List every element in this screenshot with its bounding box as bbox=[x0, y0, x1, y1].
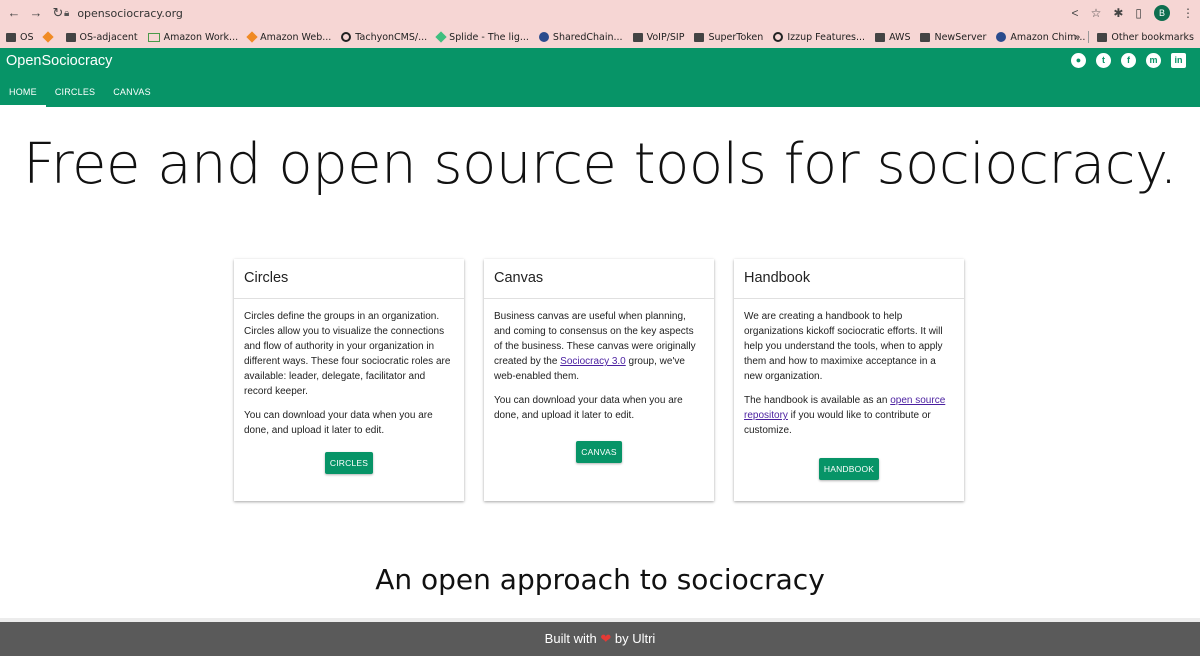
forward-arrow-icon[interactable]: → bbox=[28, 5, 44, 21]
card-text: You can download your data when you are … bbox=[494, 395, 683, 421]
back-arrow-icon[interactable]: ← bbox=[6, 5, 22, 21]
facebook-icon[interactable]: f bbox=[1121, 53, 1136, 68]
card-text: Business canvas are useful when planning… bbox=[494, 311, 696, 382]
card-text: Circles define the groups in an organiza… bbox=[244, 311, 451, 397]
linkedin-icon[interactable]: in bbox=[1171, 53, 1186, 68]
bookmark-aws[interactable]: AWS bbox=[875, 32, 910, 43]
url-text: opensociocracy.org bbox=[77, 6, 183, 20]
card-text: You can download your data when you are … bbox=[244, 410, 433, 436]
card-canvas: Canvas Business canvas are useful when p… bbox=[484, 259, 714, 501]
other-bookmarks[interactable]: Other bookmarks bbox=[1111, 32, 1194, 43]
folder-icon bbox=[694, 32, 705, 42]
globe-icon bbox=[538, 32, 549, 42]
profile-avatar[interactable]: B bbox=[1154, 5, 1170, 21]
globe-icon bbox=[996, 32, 1007, 42]
bookmark-sharedchain[interactable]: SharedChain... bbox=[538, 32, 623, 43]
footer-text: Built with bbox=[544, 631, 597, 646]
mail-icon bbox=[147, 32, 160, 42]
tab-home[interactable]: HOME bbox=[0, 80, 46, 107]
handbook-button[interactable]: HANDBOOK bbox=[818, 458, 880, 480]
cube-icon bbox=[41, 31, 54, 43]
star-icon[interactable]: ☆ bbox=[1091, 4, 1102, 22]
bookmark-supertoken[interactable]: SuperToken bbox=[694, 32, 763, 43]
mastodon-icon[interactable]: m bbox=[1146, 53, 1161, 68]
folder-icon bbox=[65, 32, 76, 42]
circles-button[interactable]: CIRCLES bbox=[324, 452, 374, 474]
lock-icon: 🔒︎ bbox=[64, 7, 70, 19]
folder-icon bbox=[875, 32, 886, 42]
browser-toolbar: ← → ↻ 🔒︎ opensociocracy.org < ☆ ✱ ▯ B ⋮ bbox=[0, 0, 1200, 26]
diamond-icon bbox=[435, 31, 447, 43]
folder-icon bbox=[920, 32, 931, 42]
app-title[interactable]: OpenSociocracy bbox=[6, 53, 112, 69]
card-text: The handbook is available as an open sou… bbox=[744, 395, 946, 436]
sidepanel-icon[interactable]: ▯ bbox=[1135, 4, 1142, 22]
menu-kebab-icon[interactable]: ⋮ bbox=[1182, 4, 1194, 22]
folder-icon bbox=[6, 32, 16, 42]
card-circles: Circles Circles define the groups in an … bbox=[234, 259, 464, 501]
bookmark-newserver[interactable]: NewServer bbox=[920, 32, 986, 43]
tab-canvas[interactable]: CANVAS bbox=[104, 80, 160, 106]
sociocracy-link[interactable]: Sociocracy 3.0 bbox=[560, 356, 626, 367]
nav-tabs: HOME CIRCLES CANVAS bbox=[0, 80, 160, 107]
folder-icon bbox=[632, 32, 643, 42]
github-icon[interactable]: ● bbox=[1071, 53, 1086, 68]
heart-icon: ❤ bbox=[600, 631, 612, 646]
folder-icon bbox=[1097, 32, 1108, 42]
bookmarks-overflow[interactable]: » bbox=[1075, 32, 1081, 43]
card-handbook: Handbook We are creating a handbook to h… bbox=[734, 259, 964, 501]
social-links: ● t f m in bbox=[1071, 53, 1186, 68]
bookmark-os[interactable]: OS bbox=[6, 32, 34, 43]
app-header: OpenSociocracy ● t f m in HOME CIRCLES C… bbox=[0, 48, 1200, 107]
cube-icon bbox=[246, 31, 258, 43]
bookmark-amazon-web[interactable]: Amazon Web... bbox=[246, 31, 331, 43]
bookmark-tachyoncms[interactable]: TachyonCMS/... bbox=[341, 32, 427, 43]
address-bar[interactable]: 🔒︎ opensociocracy.org bbox=[64, 3, 1114, 23]
extensions-icon[interactable]: ✱ bbox=[1113, 4, 1123, 22]
bookmark-splide[interactable]: Splide - The lig... bbox=[435, 31, 529, 43]
bookmarks-bar: OS OS-adjacent Amazon Work... Amazon Web… bbox=[0, 26, 1200, 48]
bookmark-os-adjacent[interactable]: OS-adjacent bbox=[65, 32, 138, 43]
bookmark-izzup[interactable]: Izzup Features... bbox=[773, 32, 865, 43]
tab-circles[interactable]: CIRCLES bbox=[46, 80, 104, 106]
github-icon bbox=[773, 32, 784, 42]
twitter-icon[interactable]: t bbox=[1096, 53, 1111, 68]
hero-heading: Free and open source tools for sociocrac… bbox=[23, 132, 1177, 197]
bookmarks-divider bbox=[1088, 31, 1090, 43]
canvas-button[interactable]: CANVAS bbox=[576, 441, 622, 463]
card-title: Circles bbox=[234, 259, 464, 299]
bookmark-voip[interactable]: VoIP/SIP bbox=[632, 32, 684, 43]
section-heading: An open approach to sociocracy bbox=[375, 563, 825, 596]
card-title: Canvas bbox=[484, 259, 714, 299]
card-title: Handbook bbox=[734, 259, 964, 299]
github-icon bbox=[341, 32, 352, 42]
bookmark-cube[interactable] bbox=[41, 31, 56, 43]
bookmark-amazon-chime[interactable]: Amazon Chim... bbox=[996, 32, 1085, 43]
bookmark-amazon-work[interactable]: Amazon Work... bbox=[147, 32, 238, 43]
share-icon[interactable]: < bbox=[1072, 4, 1079, 22]
footer-author: by Ultri bbox=[614, 631, 656, 646]
footer: Built with ❤ by Ultri bbox=[0, 622, 1200, 656]
card-text: We are creating a handbook to help organ… bbox=[744, 311, 943, 382]
